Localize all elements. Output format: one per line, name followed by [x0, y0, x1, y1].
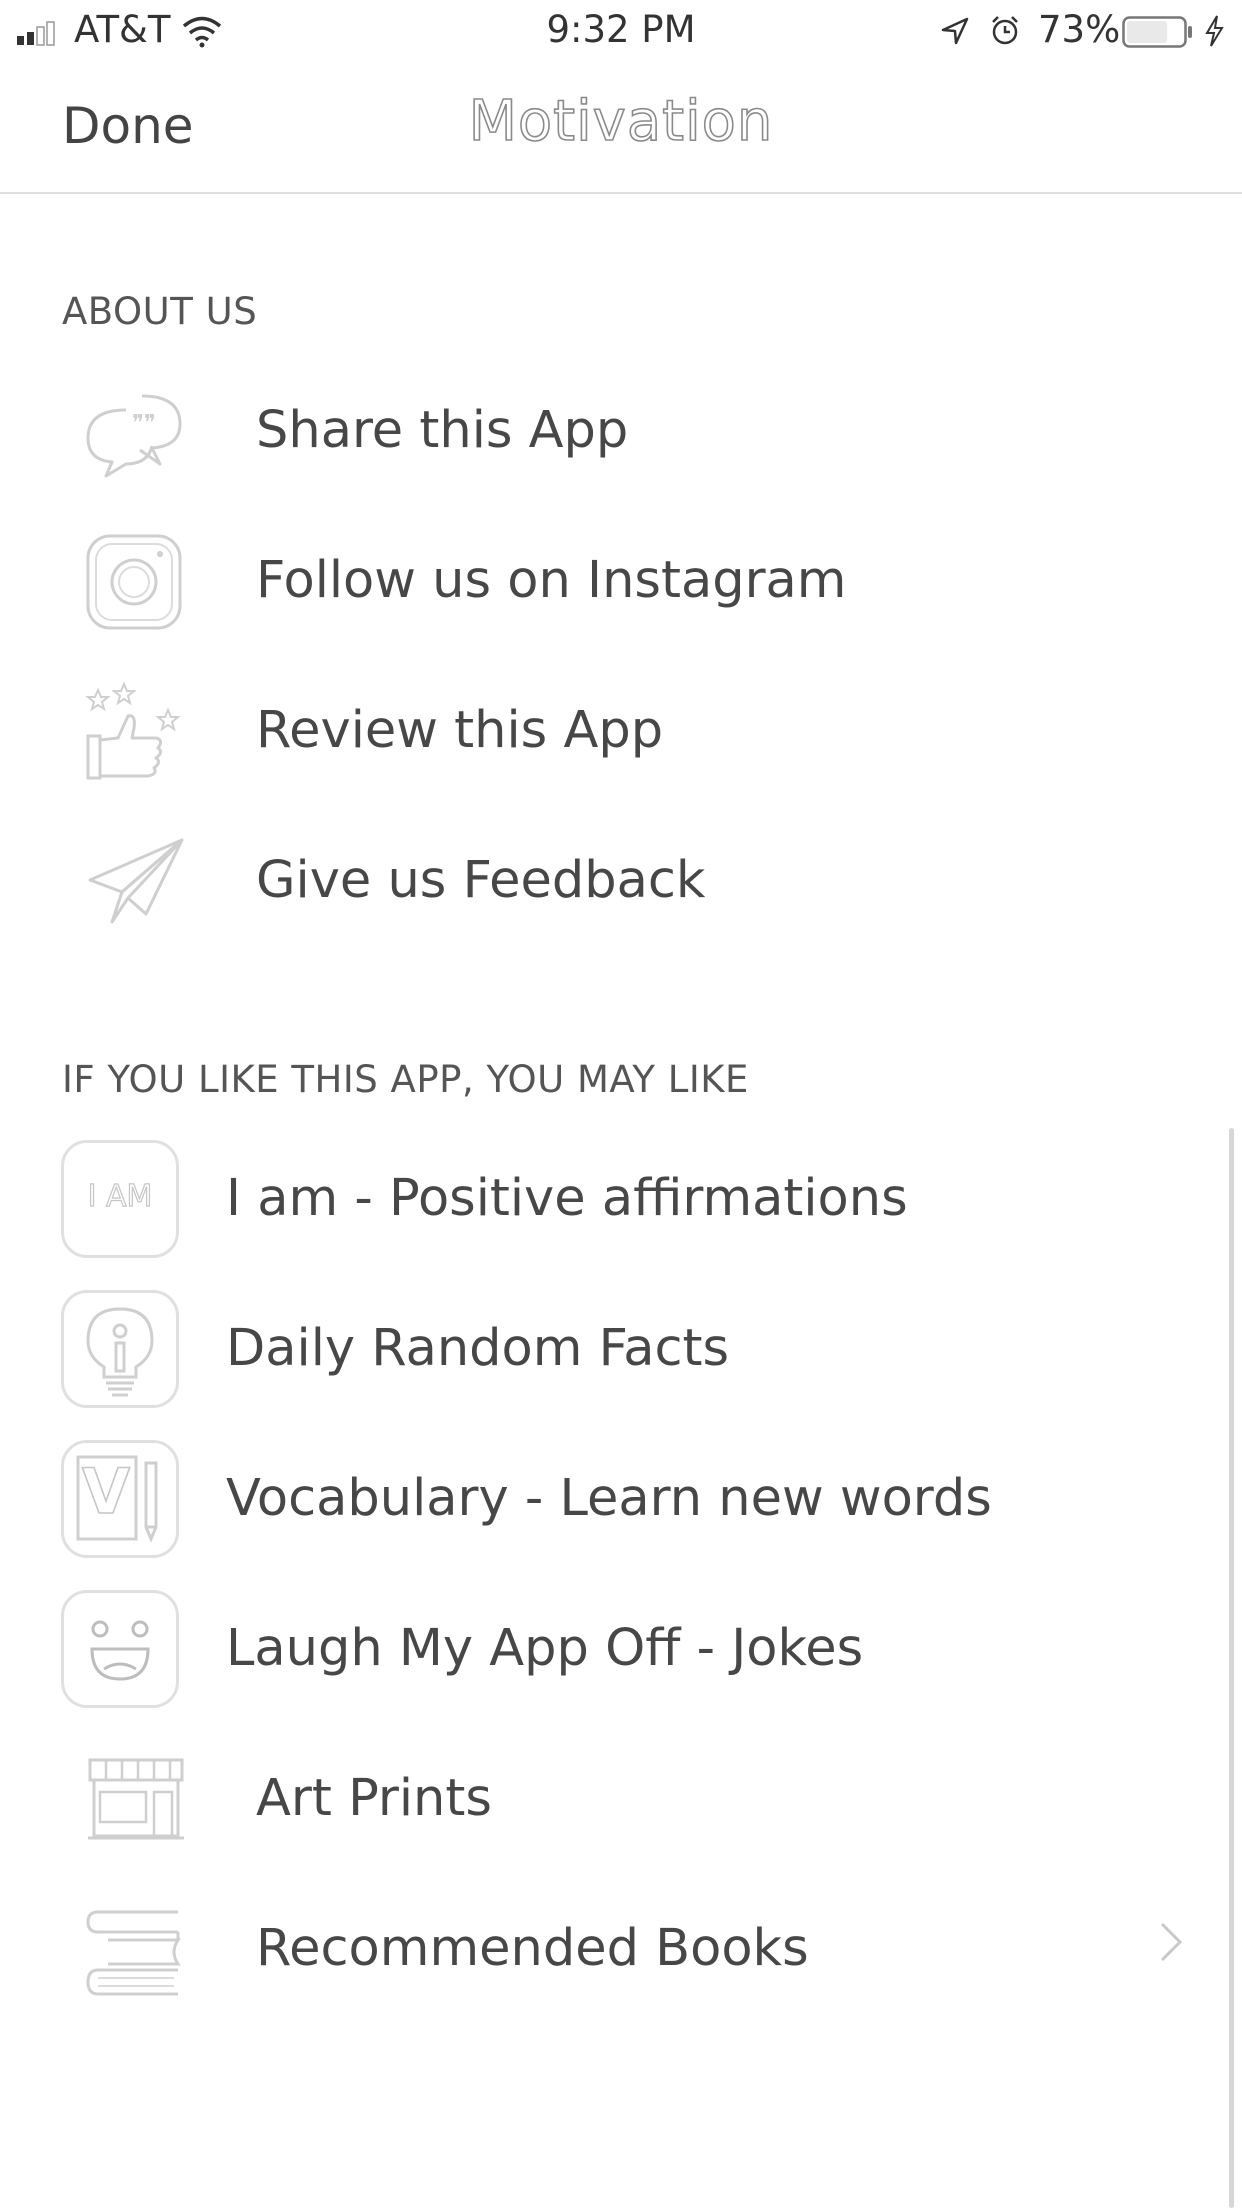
list-item-label: Share this App [256, 401, 629, 460]
section-header-recommendations: IF YOU LIKE THIS APP, YOU MAY LIKE [62, 1058, 749, 1101]
books-icon [86, 1910, 181, 1996]
battery-percent: 73% [1038, 8, 1121, 51]
i-am-app-icon: I AM [61, 1140, 179, 1258]
page-title: Motivation [468, 89, 774, 155]
instagram-icon [86, 534, 182, 630]
list-item-label: Art Prints [256, 1769, 492, 1828]
list-item-i-am-app[interactable]: I AM I am - Positive affirmations [0, 1124, 1242, 1274]
list-item-jokes[interactable]: Laugh My App Off - Jokes [0, 1574, 1242, 1724]
list-item-vocabulary[interactable]: V Vocabulary - Learn new words [0, 1424, 1242, 1574]
list-item-feedback[interactable]: Give us Feedback [0, 806, 1242, 956]
paper-plane-icon [88, 838, 184, 924]
list-item-daily-facts[interactable]: Daily Random Facts [0, 1274, 1242, 1424]
status-bar: AT&T 9:32 PM 73% [0, 0, 1242, 64]
share-chat-icon: ❞❞ [86, 394, 182, 478]
smiley-app-icon [61, 1590, 179, 1708]
thumbs-up-stars-icon [85, 681, 181, 780]
list-item-label: Vocabulary - Learn new words [226, 1469, 992, 1528]
lightbulb-app-icon [61, 1290, 179, 1408]
scrollbar[interactable] [1229, 1128, 1234, 2208]
list-item-label: Follow us on Instagram [256, 551, 847, 610]
location-arrow-icon [941, 17, 969, 45]
storefront-icon [88, 1758, 184, 1840]
chevron-right-icon [1160, 1922, 1183, 1962]
list-item-label: I am - Positive affirmations [226, 1169, 908, 1228]
list-item-instagram[interactable]: Follow us on Instagram [0, 506, 1242, 656]
list-item-review-app[interactable]: Review this App [0, 656, 1242, 806]
list-item-art-prints[interactable]: Art Prints [0, 1724, 1242, 1874]
battery-icon [1122, 16, 1192, 48]
list-item-share-app[interactable]: ❞❞ Share this App [0, 356, 1242, 506]
navigation-bar: Done Motivation [0, 64, 1242, 194]
list-item-label: Daily Random Facts [226, 1319, 730, 1378]
list-item-label: Give us Feedback [256, 851, 706, 910]
list-item-label: Laugh My App Off - Jokes [226, 1619, 864, 1678]
list-item-label: Review this App [256, 701, 664, 760]
charging-bolt-icon [1205, 15, 1224, 47]
svg-text:❞❞: ❞❞ [132, 411, 156, 436]
section-header-about: ABOUT US [62, 290, 258, 333]
list-item-recommended-books[interactable]: Recommended Books [0, 1874, 1242, 2024]
list-item-label: Recommended Books [256, 1919, 809, 1978]
vocabulary-app-icon: V [61, 1440, 179, 1558]
alarm-icon [992, 16, 1018, 45]
